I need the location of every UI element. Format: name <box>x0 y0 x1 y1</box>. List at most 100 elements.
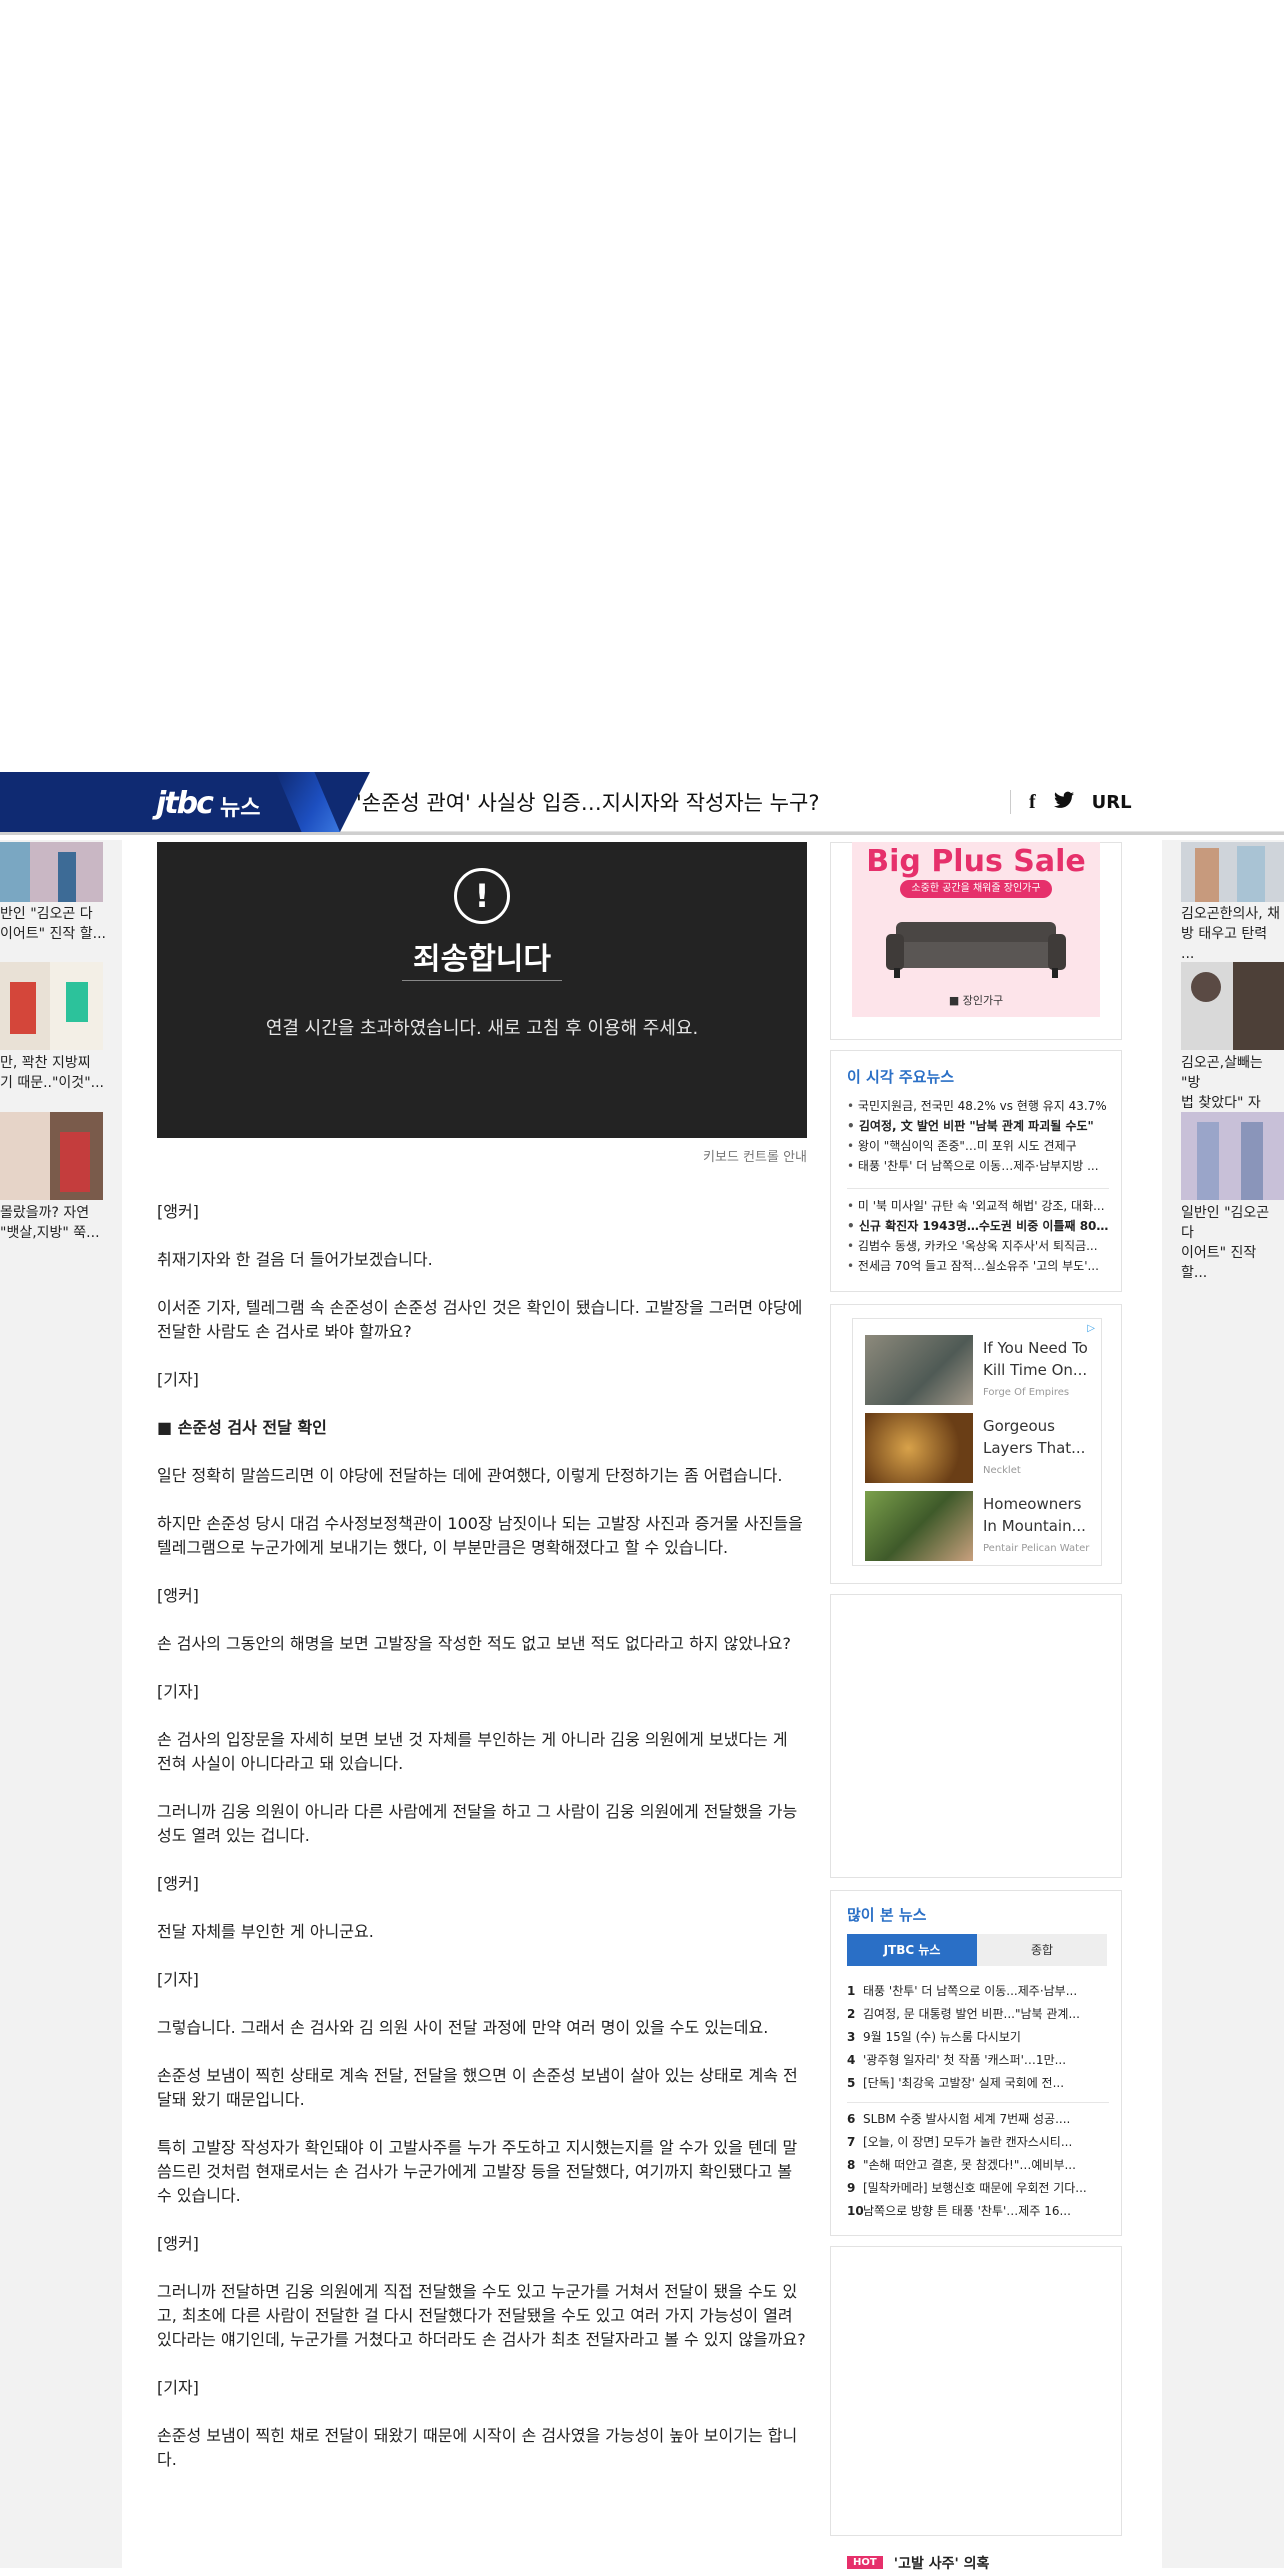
left-thumb-2-caption[interactable]: 만, 꽉찬 지방찌 기 때문.."이것"... <box>0 1053 110 1093</box>
right-thumb-3-image[interactable] <box>1181 1112 1284 1200</box>
news-link[interactable]: 국민지원금, 전국민 48.2% vs 현행 유지 43.7% <box>847 1096 1109 1116</box>
most-viewed-divider <box>847 2102 1109 2103</box>
adchoices-icon[interactable]: ▷ <box>1087 1323 1095 1334</box>
ad-slot-empty-1 <box>830 1594 1122 1878</box>
left-thumb-3-caption[interactable]: 몰랐을까? 자연 "뱃살,지방" 쭉... <box>0 1203 110 1243</box>
ranked-news-item[interactable]: 2 김여정, 문 대통령 발언 비판..."남북 관계... <box>847 2003 1109 2026</box>
hot-title: '고발 사주' 의혹 <box>893 2555 990 2572</box>
right-thumb-1-image[interactable] <box>1181 842 1284 902</box>
rank-title: 태풍 '찬투' 더 남쪽으로 이동...제주·남부... <box>863 1984 1078 1998</box>
news-link[interactable]: 전세금 70억 들고 잠적…실소유주 '고의 부도'... <box>847 1256 1109 1276</box>
article-paragraph: [기자] <box>157 1970 199 1989</box>
article-paragraph: 손 검사의 입장문을 자세히 보면 보낸 것 자체를 부인하는 게 아니라 김웅… <box>157 1730 788 1773</box>
right-thumb-3-caption[interactable]: 일반인 "김오곤 다 이어트" 진작 할... <box>1181 1203 1284 1283</box>
url-copy-button[interactable]: URL <box>1092 792 1132 813</box>
ranked-news-item[interactable]: 5 [단독] '최강욱 고발장' 실제 국회에 전... <box>847 2072 1109 2095</box>
native-ad-item-1[interactable]: If You Need To Kill Time On... Forge Of … <box>865 1335 1095 1407</box>
ranked-news-item[interactable]: 8 "손해 떠안고 결혼, 못 참겠다!"…예비부... <box>847 2154 1109 2177</box>
hot-issue[interactable]: HOT '고발 사주' 의혹 <box>847 2552 989 2573</box>
news-link[interactable]: 신규 확진자 1943명…수도권 비중 이틀째 80... <box>847 1216 1109 1236</box>
rank-number: 6 <box>847 2112 856 2126</box>
rank-title: SLBM 수중 발사시험 세계 7번째 성공.... <box>863 2112 1071 2126</box>
ranked-news-item[interactable]: 9 [밀착카메라] 보행신호 때문에 우회전 기다... <box>847 2177 1109 2200</box>
left-thumb-1-image[interactable] <box>0 842 103 902</box>
news-link[interactable]: 미 '북 미사일' 규탄 속 '외교적 해법' 강조, 대화... <box>847 1196 1109 1216</box>
video-player-error[interactable]: ! 죄송합니다 연결 시간을 초과하였습니다. 새로 고침 후 이용해 주세요. <box>157 842 807 1138</box>
major-news-title: 이 시각 주요뉴스 <box>847 1068 955 1086</box>
left-thumb-1-caption[interactable]: 반인 "김오곤 다 이어트" 진작 할... <box>0 904 110 944</box>
native-ad-source: Necklet <box>983 1465 1021 1476</box>
furniture-ad[interactable]: Big Plus Sale 소중한 공간을 채워줄 장인가구 ■ 장인가구 <box>852 842 1100 1017</box>
brand-news-label: 뉴스 <box>220 796 261 821</box>
twitter-icon[interactable] <box>1053 791 1074 814</box>
news-link[interactable]: 태풍 '찬투' 더 남쪽으로 이동…제주·남부지방 ... <box>847 1156 1109 1176</box>
article-paragraph: 손 검사의 그동안의 해명을 보면 고발장을 작성한 적도 없고 보낸 적도 없… <box>157 1634 791 1653</box>
article-paragraph: [기자] <box>157 1370 199 1389</box>
right-thumb-2-image[interactable] <box>1181 962 1284 1050</box>
news-link[interactable]: 김여정, 文 발언 비판 "남북 관계 파괴될 수도" <box>847 1116 1109 1136</box>
most-viewed-list-2: 6 SLBM 수중 발사시험 세계 7번째 성공.... 7 [오늘, 이 장면] 모… <box>847 2108 1109 2223</box>
rank-number: 4 <box>847 2053 856 2067</box>
ranked-news-item[interactable]: 6 SLBM 수중 발사시험 세계 7번째 성공.... <box>847 2108 1109 2131</box>
rank-title: '광주형 일자리' 첫 작품 '캐스퍼'…1만... <box>863 2053 1067 2067</box>
article-paragraph: 하지만 손준성 당시 대검 수사정보정책관이 100장 남짓이나 되는 고발장 … <box>157 1514 803 1557</box>
article-paragraph: 이서준 기자, 텔레그램 속 손준성이 손준성 검사인 것은 확인이 됐습니다.… <box>157 1298 803 1341</box>
error-title: 죄송합니다 <box>413 942 551 977</box>
error-message: 연결 시간을 초과하였습니다. 새로 고침 후 이용해 주세요. <box>265 1018 699 1039</box>
ranked-news-item[interactable]: 7 [오늘, 이 장면] 모두가 놀란 캔자스시티... <box>847 2131 1109 2154</box>
facebook-icon[interactable]: f <box>1029 791 1036 814</box>
native-ad-title: Gorgeous Layers That... <box>983 1417 1086 1457</box>
rank-number: 10 <box>847 2204 864 2218</box>
major-news-divider <box>847 1188 1109 1189</box>
ranked-news-item[interactable]: 1 태풍 '찬투' 더 남쪽으로 이동...제주·남부... <box>847 1980 1109 2003</box>
article-paragraph: [기자] <box>157 1682 199 1701</box>
native-ad-source: Forge Of Empires <box>983 1387 1070 1398</box>
ad-pill: 소중한 공간을 채워줄 장인가구 <box>900 880 1052 898</box>
left-thumb-2-image[interactable] <box>0 962 103 1050</box>
rank-title: 9월 15일 (수) 뉴스룸 다시보기 <box>863 2030 1021 2044</box>
sofa-image <box>886 922 1066 978</box>
article-paragraph: 그러니까 김웅 의원이 아니라 다른 사람에게 전달을 하고 그 사람이 김웅 … <box>157 1802 798 1845</box>
major-news-list-1: 국민지원금, 전국민 48.2% vs 현행 유지 43.7%김여정, 文 발언… <box>847 1096 1109 1176</box>
tab-jtbc-news[interactable]: JTBC 뉴스 <box>847 1934 977 1966</box>
article-paragraph: [기자] <box>157 2378 199 2397</box>
news-link[interactable]: 왕이 "핵심이익 존중"…미 포위 시도 견제구 <box>847 1136 1109 1156</box>
left-thumb-3-image[interactable] <box>0 1112 103 1200</box>
article-header-bar: jtbc 뉴스 '손준성 관여' 사실상 입증…지시자와 작성자는 누구? f … <box>0 772 1284 832</box>
article-paragraph: [앵커] <box>157 1874 199 1893</box>
article-paragraph: 특히 고발장 작성자가 확인돼야 이 고발사주를 누가 주도하고 지시했는지를 … <box>157 2138 798 2205</box>
rank-title: [단독] '최강욱 고발장' 실제 국회에 전... <box>863 2076 1065 2090</box>
article-paragraph: 손준성 보냄이 찍힌 채로 전달이 돼왔기 때문에 시작이 손 검사였을 가능성… <box>157 2426 798 2469</box>
keyboard-control-guide-link[interactable]: 키보드 컨트롤 안내 <box>600 1146 807 1165</box>
rank-number: 9 <box>847 2181 856 2195</box>
article-paragraph: ■ 손준성 검사 전달 확인 <box>157 1418 327 1437</box>
major-news-list-2: 미 '북 미사일' 규탄 속 '외교적 해법' 강조, 대화...신규 확진자 … <box>847 1196 1109 1276</box>
rank-title: [오늘, 이 장면] 모두가 놀란 캔자스시티... <box>863 2135 1073 2149</box>
rank-title: [밀착카메라] 보행신호 때문에 우회전 기다... <box>863 2181 1087 2195</box>
rank-number: 1 <box>847 1984 856 1998</box>
right-thumb-1-caption[interactable]: 김오곤한의사, 채 방 태우고 탄력 ... <box>1181 904 1284 964</box>
article-body: [앵커] 취재기자와 한 걸음 더 들어가보겠습니다. 이서준 기자, 텔레그램 속… <box>157 1200 807 2496</box>
article-paragraph: 그렇습니다. 그래서 손 검사와 김 의원 사이 전달 과정에 만약 여러 명이… <box>157 2018 769 2037</box>
rank-number: 8 <box>847 2158 856 2172</box>
news-link[interactable]: 김범수 동생, 카카오 '옥상옥 지주사'서 퇴직금... <box>847 1236 1109 1256</box>
article-paragraph: 취재기자와 한 걸음 더 들어가보겠습니다. <box>157 1250 433 1269</box>
tab-all[interactable]: 종합 <box>977 1934 1107 1966</box>
ranked-news-item[interactable]: 10남쪽으로 방향 튼 태풍 '찬투'…제주 16... <box>847 2200 1109 2223</box>
ad-brand: ■ 장인가구 <box>948 994 1004 1007</box>
rank-number: 2 <box>847 2007 856 2021</box>
native-ad-widget: ▷ If You Need To Kill Time On... Forge O… <box>852 1318 1102 1566</box>
native-ad-item-2[interactable]: Gorgeous Layers That... Necklet <box>865 1413 1095 1485</box>
article-paragraph: [앵커] <box>157 1202 199 1221</box>
native-ad-item-3[interactable]: Homeowners In Mountain... Pentair Pelica… <box>865 1491 1095 1563</box>
rank-number: 3 <box>847 2030 856 2044</box>
most-viewed-title: 많이 본 뉴스 <box>847 1906 927 1924</box>
rank-title: 남쪽으로 방향 튼 태풍 '찬투'…제주 16... <box>863 2204 1071 2218</box>
article-paragraph: 전달 자체를 부인한 게 아니군요. <box>157 1922 374 1941</box>
jtbc-logo: jtbc <box>156 786 214 821</box>
hot-tag: HOT <box>847 2556 883 2569</box>
ranked-news-item[interactable]: 4 '광주형 일자리' 첫 작품 '캐스퍼'…1만... <box>847 2049 1109 2072</box>
native-ad-source: Pentair Pelican Water <box>983 1543 1090 1554</box>
ranked-news-item[interactable]: 3 9월 15일 (수) 뉴스룸 다시보기 <box>847 2026 1109 2049</box>
ad-slot-empty-2 <box>830 2246 1122 2536</box>
